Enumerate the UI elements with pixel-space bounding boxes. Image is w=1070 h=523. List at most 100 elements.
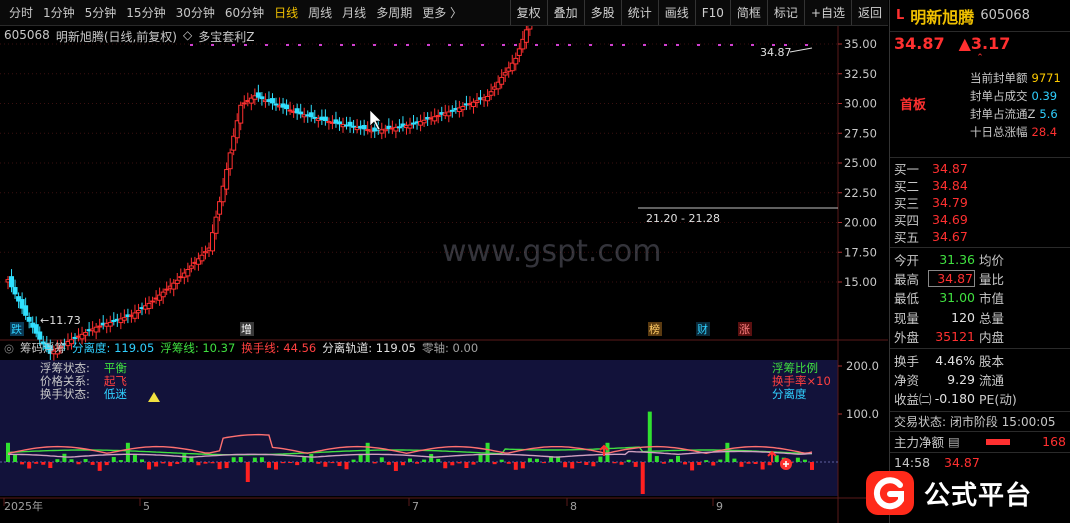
tool-button-5[interactable]: F10 — [694, 0, 730, 25]
indicator-bar — [83, 458, 88, 462]
stat-row: 最高 34.87 量比 — [890, 269, 1070, 288]
status-key: 换手状态: — [40, 387, 90, 401]
period-tab-1[interactable]: 1分钟 — [38, 4, 80, 21]
indicator-bar — [372, 462, 377, 464]
candle-body — [273, 103, 279, 106]
indicator-bar — [316, 462, 321, 464]
bid-row[interactable]: 买二 34.84 — [890, 177, 1070, 194]
tool-button-8[interactable]: +自选 — [803, 0, 851, 25]
candle-body — [435, 115, 441, 118]
candle-body — [474, 100, 480, 103]
tool-buttons: 复权 叠加 多股 统计 画线 F10 简框 标记 +自选 返回 — [509, 0, 888, 25]
indicator-bar — [104, 462, 109, 466]
indicator-bar — [182, 454, 187, 462]
tool-button-6[interactable]: 简框 — [729, 0, 767, 25]
indicator-bar — [154, 462, 159, 467]
kline-chart[interactable]: 35.00 32.50 30.00 27.50 25.00 22.50 20.00 17.50… — [0, 26, 888, 523]
tool-button-7[interactable]: 标记 — [766, 0, 804, 25]
indicator-bar — [640, 462, 645, 494]
period-tab-3[interactable]: 15分钟 — [121, 4, 170, 21]
date-label: 7 — [412, 500, 419, 513]
indicator-legend: 浮筹比例 换手率×10 分离度 — [772, 362, 831, 401]
indicator-bar — [365, 442, 370, 462]
indicator-bar — [245, 462, 250, 482]
stat-value: 4.46% — [935, 353, 975, 369]
indicator-bar — [224, 462, 229, 469]
formula-toggle-icon[interactable]: ◇ — [183, 28, 192, 45]
period-tab-6[interactable]: 日线 — [269, 4, 303, 21]
collapse-chevron-icon[interactable]: ⌃ — [890, 54, 1070, 64]
period-tab-7[interactable]: 周线 — [303, 4, 337, 21]
indicator-bar — [295, 462, 300, 466]
indicator-bar — [619, 462, 624, 465]
stat-key: 现量 — [894, 310, 920, 326]
tool-button-1[interactable]: 叠加 — [546, 0, 584, 25]
candle-body — [322, 116, 328, 122]
candle-body — [23, 305, 29, 316]
indicator-bar — [577, 462, 582, 464]
period-tab-9[interactable]: 多周期 — [371, 4, 417, 21]
signal-dot — [352, 44, 355, 46]
indicator-name[interactable]: 筹码浮筹 — [20, 340, 66, 356]
bid-row[interactable]: 买三 34.79 — [890, 194, 1070, 211]
net-value: 168 — [1042, 434, 1066, 449]
indicator-bar — [668, 459, 673, 462]
candle-body — [241, 102, 247, 105]
period-tab-2[interactable]: 5分钟 — [80, 4, 122, 21]
indicator-bar — [34, 462, 39, 464]
indicator-bar — [175, 462, 180, 464]
bid-row[interactable]: 买五 34.67 — [890, 228, 1070, 245]
candle-body — [488, 91, 494, 96]
candle-body — [210, 232, 216, 252]
indicator-bar — [570, 462, 575, 469]
bid-label: 买五 — [894, 230, 920, 245]
candle-body — [9, 276, 15, 288]
stat-key-2: 均价 — [979, 253, 1005, 269]
indicator-bar — [210, 462, 215, 464]
formula-name[interactable]: 多宝套利Z — [198, 28, 254, 45]
logo: 公式平台 — [864, 468, 1064, 518]
price-tick-label: 20.00 — [844, 216, 877, 230]
order-book: 买一 34.87 买二 34.84 买三 34.79 买四 34.69 买五 34.67 — [890, 158, 1070, 248]
indicator-bar — [795, 457, 800, 462]
indicator-bar — [196, 462, 201, 466]
net-detail-icon[interactable]: ▤ — [948, 434, 960, 449]
candle-body — [217, 201, 223, 215]
stat-value: 120 — [951, 309, 975, 325]
signal-dot — [622, 44, 625, 46]
indicator-value-1: 浮筹线: 10.37 — [160, 341, 236, 355]
period-tab-8[interactable]: 月线 — [337, 4, 371, 21]
indicator-bar — [76, 462, 81, 465]
indicator-bar — [302, 456, 307, 462]
signal-dot — [481, 44, 484, 46]
stat-key: 最低 — [894, 291, 920, 307]
bid-price: 34.67 — [932, 229, 968, 244]
indicator-toggle-icon[interactable]: ◎ — [4, 341, 14, 355]
indicator-bar — [281, 462, 286, 464]
period-tab-10[interactable]: 更多 〉 — [417, 4, 467, 21]
candle-body — [164, 288, 170, 291]
indicator-bar — [492, 462, 497, 465]
tool-button-4[interactable]: 画线 — [657, 0, 695, 25]
tool-button-3[interactable]: 统计 — [620, 0, 658, 25]
signal-dot — [535, 44, 538, 46]
price-row: 34.87 ▲3.17 — [890, 32, 1070, 54]
stat-key: 收益㈡ — [894, 392, 932, 408]
period-tab-0[interactable]: 分时 — [4, 4, 38, 21]
watermark: www.gspt.com — [442, 234, 662, 269]
period-tab-5[interactable]: 60分钟 — [220, 4, 269, 21]
tool-button-2[interactable]: 多股 — [583, 0, 621, 25]
tool-button-9[interactable]: 返回 — [850, 0, 888, 25]
signal-dot — [298, 44, 301, 46]
bid-row[interactable]: 买四 34.69 — [890, 211, 1070, 228]
indicator-bar — [732, 458, 737, 462]
market-flag: L — [896, 8, 905, 23]
candle-body — [199, 254, 205, 262]
signal-dot — [394, 44, 397, 46]
bid-row[interactable]: 买一 34.87 — [890, 160, 1070, 177]
stat-value: 31.00 — [939, 290, 975, 306]
tool-button-0[interactable]: 复权 — [509, 0, 547, 25]
period-tab-4[interactable]: 30分钟 — [171, 4, 220, 21]
indicator-bar — [542, 462, 546, 464]
candle-body — [213, 216, 219, 234]
